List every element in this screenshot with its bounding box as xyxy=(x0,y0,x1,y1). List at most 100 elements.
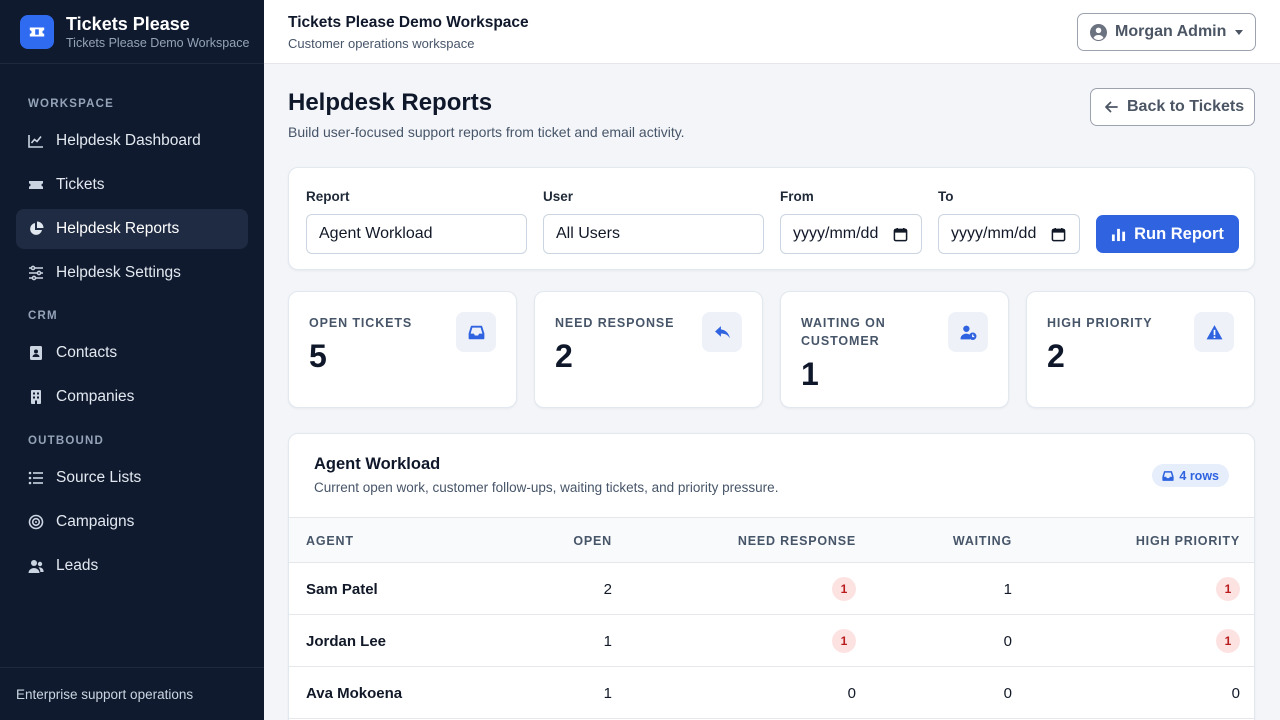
user-value: All Users xyxy=(556,225,621,242)
run-report-button[interactable]: Run Report xyxy=(1096,215,1239,253)
calendar-icon[interactable] xyxy=(893,227,908,242)
inbox-icon xyxy=(456,312,496,352)
bar-chart-icon xyxy=(1112,228,1126,241)
topbar: Tickets Please Demo Workspace Customer o… xyxy=(264,0,1280,64)
sidebar-item-label: Source Lists xyxy=(56,469,142,486)
sidebar-item-label: Companies xyxy=(56,388,135,405)
sidebar-item-leads[interactable]: Leads xyxy=(16,546,248,586)
pie-chart-icon xyxy=(30,221,44,235)
calendar-icon[interactable] xyxy=(1051,227,1066,242)
page-title: Helpdesk Reports xyxy=(288,89,493,116)
sidebar-item-label: Campaigns xyxy=(56,513,135,530)
sidebar-item-helpdesk-dashboard[interactable]: Helpdesk Dashboard xyxy=(16,121,248,161)
brand[interactable]: Tickets Please Tickets Please Demo Works… xyxy=(0,0,264,64)
report-filters: Report Agent Workload User All Users Fro… xyxy=(288,167,1255,270)
table-row[interactable]: Sam Patel 2 1 1 1 xyxy=(289,563,1254,615)
chart-line-icon xyxy=(28,135,43,148)
workspace-subtitle: Customer operations workspace xyxy=(288,36,475,51)
warning-icon xyxy=(1194,312,1234,352)
from-date-value: yyyy/mm/dd xyxy=(793,225,879,242)
inbox-icon xyxy=(1162,470,1175,481)
nav-section-workspace: WORKSPACE xyxy=(28,98,114,110)
waiting-count: 1 xyxy=(1003,581,1012,598)
need-response-badge: 1 xyxy=(832,577,856,601)
sidebar-item-campaigns[interactable]: Campaigns xyxy=(16,502,248,542)
stat-card-high-priority: HIGH PRIORITY 2 xyxy=(1026,291,1255,408)
user-menu-button[interactable]: Morgan Admin xyxy=(1077,13,1256,51)
report-select[interactable]: Agent Workload xyxy=(306,214,527,254)
agent-name: Sam Patel xyxy=(306,581,378,598)
agent-workload-table: Agent Workload Current open work, custom… xyxy=(288,433,1255,720)
user-label: User xyxy=(543,189,574,204)
user-select[interactable]: All Users xyxy=(543,214,764,254)
stat-value: 2 xyxy=(1047,338,1065,374)
sidebar-item-label: Leads xyxy=(56,557,99,574)
nav-section-crm: CRM xyxy=(28,310,58,322)
sidebar-item-label: Helpdesk Reports xyxy=(56,220,180,237)
sidebar-item-companies[interactable]: Companies xyxy=(16,377,248,417)
column-header-waiting[interactable]: WAITING xyxy=(953,534,1012,548)
table-header: AGENT OPEN NEED RESPONSE WAITING HIGH PR… xyxy=(289,517,1254,563)
list-icon xyxy=(28,471,43,485)
stat-value: 1 xyxy=(801,356,819,392)
sidebar-item-label: Helpdesk Dashboard xyxy=(56,132,201,149)
table-subtitle: Current open work, customer follow-ups, … xyxy=(314,480,779,495)
stat-label: OPEN TICKETS xyxy=(309,316,413,330)
sliders-icon xyxy=(29,265,43,281)
caret-down-icon xyxy=(1235,30,1243,35)
column-header-open[interactable]: OPEN xyxy=(573,534,612,548)
stat-label: WAITING ON CUSTOMER xyxy=(801,316,886,348)
open-count: 1 xyxy=(603,633,612,650)
user-name: Morgan Admin xyxy=(1115,23,1227,40)
table-title: Agent Workload xyxy=(314,455,441,473)
stat-card-open-tickets: OPEN TICKETS 5 xyxy=(288,291,517,408)
sidebar-item-helpdesk-reports[interactable]: Helpdesk Reports xyxy=(16,209,248,249)
high-priority-badge: 1 xyxy=(1216,577,1240,601)
stat-card-waiting-on-customer: WAITING ON CUSTOMER 1 xyxy=(780,291,1009,408)
report-value: Agent Workload xyxy=(319,225,433,242)
to-date-input[interactable]: yyyy/mm/dd xyxy=(938,214,1080,254)
sidebar-item-label: Helpdesk Settings xyxy=(56,264,181,281)
brand-name: Tickets Please xyxy=(66,13,190,34)
stat-label: NEED RESPONSE xyxy=(555,316,675,330)
table-row[interactable]: Ava Mokoena 1 0 0 0 xyxy=(289,667,1254,719)
to-label: To xyxy=(938,189,954,204)
ticket-icon xyxy=(29,181,43,189)
nav-section-outbound: OUTBOUND xyxy=(28,435,105,447)
table-row[interactable]: Jordan Lee 1 1 0 1 xyxy=(289,615,1254,667)
rows-count: 4 rows xyxy=(1179,468,1219,483)
stat-card-need-response: NEED RESPONSE 2 xyxy=(534,291,763,408)
need-response-badge: 1 xyxy=(832,629,856,653)
reply-icon xyxy=(702,312,742,352)
column-header-high-priority[interactable]: HIGH PRIORITY xyxy=(1136,534,1240,548)
target-icon xyxy=(28,514,44,530)
column-header-need-response[interactable]: NEED RESPONSE xyxy=(738,534,856,548)
high-priority-badge: 1 xyxy=(1216,629,1240,653)
rows-count-badge: 4 rows xyxy=(1152,464,1229,487)
sidebar-item-label: Contacts xyxy=(56,344,118,361)
stat-label: HIGH PRIORITY xyxy=(1047,316,1153,330)
back-button-label: Back to Tickets xyxy=(1127,98,1245,115)
sidebar-item-helpdesk-settings[interactable]: Helpdesk Settings xyxy=(16,253,248,293)
building-icon xyxy=(31,390,41,404)
from-date-input[interactable]: yyyy/mm/dd xyxy=(780,214,922,254)
sidebar-item-label: Tickets xyxy=(56,176,105,193)
run-report-label: Run Report xyxy=(1134,224,1224,243)
sidebar-item-source-lists[interactable]: Source Lists xyxy=(16,458,248,498)
page-subtitle: Build user-focused support reports from … xyxy=(288,124,685,140)
sidebar-item-contacts[interactable]: Contacts xyxy=(16,333,248,373)
waiting-count: 0 xyxy=(1003,633,1012,650)
stat-value: 2 xyxy=(555,338,573,374)
waiting-count: 0 xyxy=(1003,685,1012,702)
ticket-logo-icon xyxy=(20,14,54,49)
to-date-value: yyyy/mm/dd xyxy=(951,225,1037,242)
back-to-tickets-button[interactable]: Back to Tickets xyxy=(1090,88,1255,126)
sidebar: Tickets Please Tickets Please Demo Works… xyxy=(0,0,264,720)
sidebar-item-tickets[interactable]: Tickets xyxy=(16,165,248,205)
agent-name: Ava Mokoena xyxy=(306,685,403,702)
need-response-count: 0 xyxy=(847,685,856,702)
from-label: From xyxy=(780,189,814,204)
users-icon xyxy=(28,560,44,573)
open-count: 2 xyxy=(603,581,612,598)
column-header-agent[interactable]: AGENT xyxy=(306,534,354,548)
